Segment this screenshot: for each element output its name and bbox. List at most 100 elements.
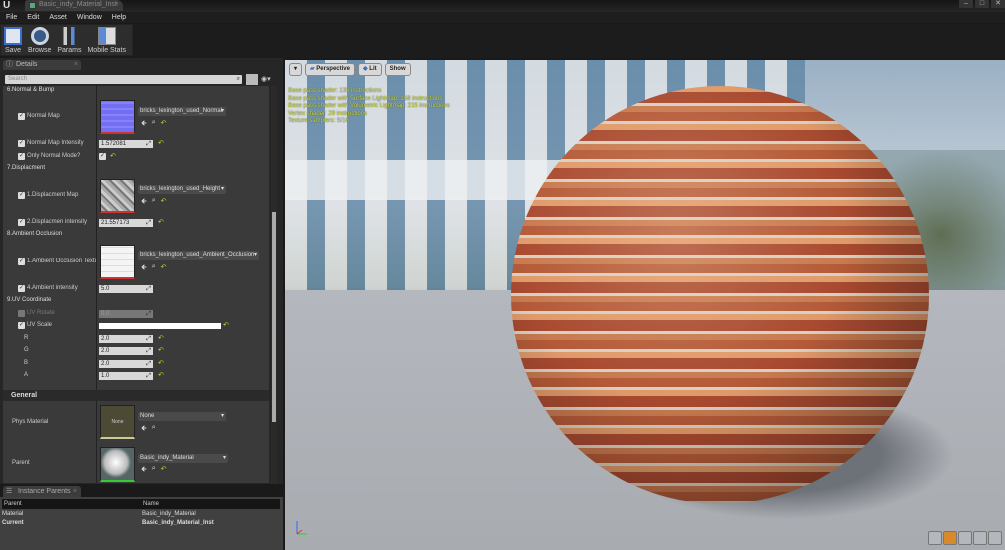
instance-parents-tab[interactable]: ☰ Instance Parents ×: [3, 486, 81, 497]
uv-r-input[interactable]: 2.0: [99, 335, 153, 343]
ao-texture-combo[interactable]: bricks_lexington_used_Ambient_Occlusion: [138, 251, 259, 260]
material-icon: [29, 2, 36, 9]
lit-button[interactable]: ◆ Lit: [358, 63, 382, 76]
close-tab-icon[interactable]: ×: [115, 1, 119, 8]
cube-preview-button[interactable]: [973, 531, 987, 545]
reset-icon[interactable]: ↶: [158, 371, 164, 379]
displacement-intensity-input[interactable]: 21.557173: [99, 219, 153, 227]
preview-mesh-buttons: [928, 531, 1002, 545]
brick-sphere-preview[interactable]: [511, 86, 929, 504]
normal-intensity-checkbox[interactable]: ✓: [18, 140, 25, 147]
details-tab[interactable]: ⓘ Details ×: [3, 60, 81, 70]
custom-mesh-preview-button[interactable]: [988, 531, 1002, 545]
use-selected-icon[interactable]: 🡸: [141, 424, 147, 435]
category-general[interactable]: General: [3, 390, 269, 401]
uv-scale-checkbox[interactable]: ✓: [18, 322, 25, 329]
phys-material-combo[interactable]: None: [138, 412, 226, 421]
displacement-map-checkbox[interactable]: ✓: [18, 192, 25, 199]
minimize-button[interactable]: –: [959, 0, 973, 8]
search-input[interactable]: Search ⌕: [5, 75, 242, 84]
normal-map-checkbox[interactable]: ✓: [18, 113, 25, 120]
reset-icon[interactable]: ↶: [223, 321, 229, 329]
ao-texture-actions: 🡸 ⌕ ↶: [141, 263, 166, 274]
displacement-intensity-checkbox[interactable]: ✓: [18, 219, 25, 226]
reset-icon[interactable]: ↶: [161, 263, 167, 274]
parent-combo[interactable]: Basic_indy_Material: [138, 454, 228, 463]
viewport-options-button[interactable]: ▾: [289, 63, 303, 76]
menu-window[interactable]: Window: [77, 12, 102, 23]
save-button[interactable]: Save: [1, 25, 25, 55]
reset-icon[interactable]: ↶: [158, 359, 164, 367]
ao-texture-checkbox[interactable]: ✓: [18, 258, 25, 265]
column-divider[interactable]: [96, 401, 97, 483]
reset-icon[interactable]: ↶: [110, 152, 116, 160]
plane-preview-button[interactable]: [958, 531, 972, 545]
browse-asset-icon[interactable]: ⌕: [152, 263, 156, 274]
details-scrollbar-thumb[interactable]: [272, 212, 276, 422]
use-selected-icon[interactable]: 🡸: [141, 263, 147, 274]
parent-thumbnail[interactable]: [100, 447, 135, 482]
normal-map-combo[interactable]: bricks_lexington_used_Normal: [138, 107, 226, 116]
reset-icon[interactable]: ↶: [161, 119, 167, 130]
phys-material-thumbnail[interactable]: None: [100, 405, 135, 439]
sphere-preview-button[interactable]: [943, 531, 957, 545]
menu-file[interactable]: File: [6, 12, 17, 23]
use-selected-icon[interactable]: 🡸: [141, 197, 147, 208]
only-normal-checkbox[interactable]: ✓: [18, 153, 25, 160]
header-parent[interactable]: Parent: [4, 499, 22, 509]
mobile-stats-label: Mobile Stats: [87, 47, 126, 54]
browse-asset-icon[interactable]: ⌕: [152, 119, 156, 130]
menu-help[interactable]: Help: [112, 12, 126, 23]
uv-scale-color-swatch[interactable]: [99, 323, 221, 329]
close-details-icon[interactable]: ×: [74, 60, 78, 70]
close-tab-icon[interactable]: ×: [73, 486, 77, 497]
browse-asset-icon[interactable]: ⌕: [152, 424, 156, 435]
category-displacement[interactable]: 7.Displacment: [7, 165, 45, 171]
ao-texture-thumbnail[interactable]: [100, 245, 135, 279]
category-normal-bump[interactable]: 6.Normal & Bump: [7, 87, 54, 93]
params-button[interactable]: Params: [54, 25, 84, 55]
normal-intensity-input[interactable]: 1.572081: [99, 140, 153, 148]
show-button[interactable]: Show: [384, 63, 411, 76]
viewport[interactable]: [285, 60, 1005, 550]
close-button[interactable]: ✕: [991, 0, 1005, 8]
visibility-options-icon[interactable]: ◉▾: [261, 75, 271, 83]
normal-map-thumbnail[interactable]: [100, 100, 135, 134]
use-selected-icon[interactable]: 🡸: [141, 465, 147, 476]
mobile-stats-button[interactable]: Mobile Stats: [84, 25, 129, 55]
uv-a-input[interactable]: 1.0: [99, 372, 153, 380]
category-ambient-occlusion[interactable]: 8.Ambient Occlusion: [7, 231, 62, 237]
menu-edit[interactable]: Edit: [27, 12, 39, 23]
perspective-button[interactable]: ▰ Perspective: [305, 63, 355, 76]
displacement-map-thumbnail[interactable]: [100, 179, 135, 213]
ao-intensity-checkbox[interactable]: ✓: [18, 285, 25, 292]
browse-asset-icon[interactable]: ⌕: [152, 197, 156, 208]
reset-icon[interactable]: ↶: [158, 346, 164, 354]
document-tab[interactable]: Basic_indy_Material_Inst ×: [25, 0, 123, 11]
only-normal-value-checkbox[interactable]: ✓: [99, 153, 106, 160]
browse-button[interactable]: Browse: [25, 25, 54, 55]
uv-g-input[interactable]: 2.0: [99, 347, 153, 355]
reset-icon[interactable]: ↶: [161, 197, 167, 208]
table-row[interactable]: Material Basic_indy_Material: [2, 511, 280, 517]
uv-rotate-checkbox[interactable]: [18, 310, 25, 317]
reset-icon[interactable]: ↶: [158, 334, 164, 342]
reset-icon[interactable]: ↶: [158, 218, 164, 226]
header-name[interactable]: Name: [143, 499, 159, 509]
cylinder-preview-button[interactable]: [928, 531, 942, 545]
maximize-button[interactable]: □: [975, 0, 989, 8]
browse-asset-icon[interactable]: ⌕: [152, 465, 156, 476]
perspective-label: Perspective: [316, 66, 350, 72]
reset-icon[interactable]: ↶: [161, 465, 167, 476]
table-row[interactable]: Current Basic_indy_Material_Inst: [2, 520, 280, 526]
category-uv-coordinate[interactable]: 9.UV Coordinate: [7, 297, 51, 303]
reset-icon[interactable]: ↶: [158, 139, 164, 147]
displacement-map-combo[interactable]: bricks_lexington_used_Height: [138, 185, 226, 194]
use-selected-icon[interactable]: 🡸: [141, 119, 147, 130]
ao-intensity-input[interactable]: 5.0: [99, 285, 153, 293]
property-matrix-button[interactable]: [246, 74, 258, 85]
column-divider[interactable]: [96, 86, 97, 390]
uv-rotate-input[interactable]: 0.0: [99, 310, 153, 318]
uv-b-input[interactable]: 2.0: [99, 360, 153, 368]
menu-asset[interactable]: Asset: [49, 12, 67, 23]
